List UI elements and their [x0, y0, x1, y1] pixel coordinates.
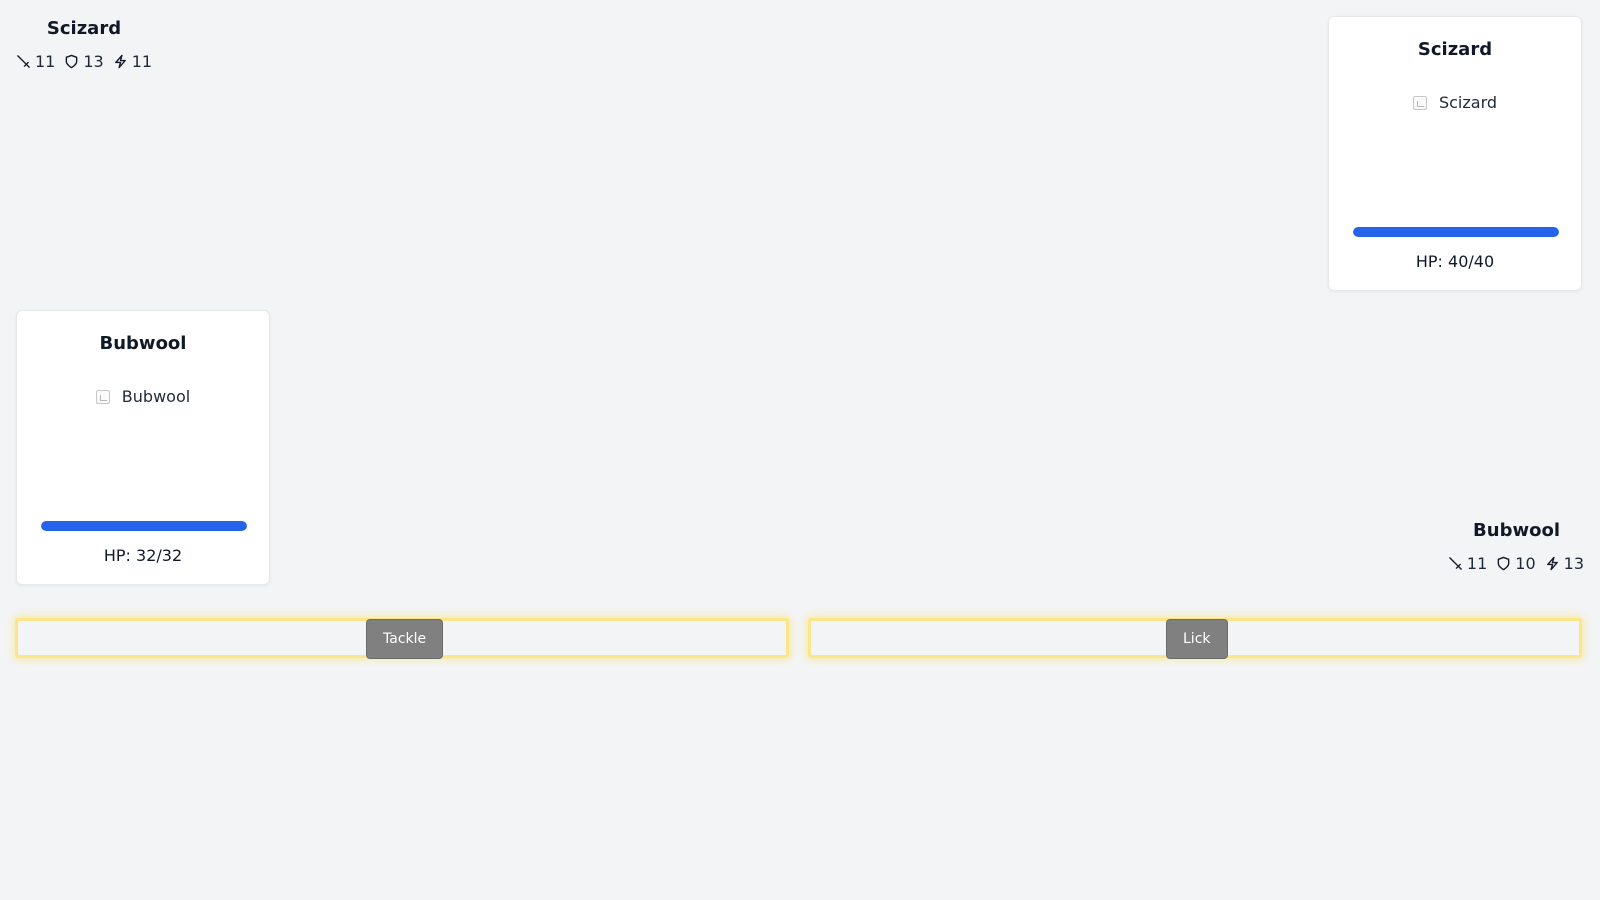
- enemy-attack-stat: 11: [16, 52, 55, 71]
- player-defense-value: 10: [1515, 554, 1536, 573]
- move-button-tackle[interactable]: Tackle: [366, 619, 444, 659]
- enemy-name: Scizard: [46, 18, 122, 39]
- sword-icon: [1449, 557, 1462, 570]
- enemy-sprite-alt: Scizard: [1438, 93, 1498, 112]
- player-stat-block: Bubwool 11 10 13: [1448, 520, 1584, 573]
- enemy-stat-row: 11 13 11: [16, 52, 156, 71]
- player-card-name: Bubwool: [99, 333, 187, 354]
- player-defense-stat: 10: [1496, 554, 1536, 573]
- lightning-icon: [114, 54, 126, 69]
- enemy-card: Scizard Scizard HP: 40/40: [1328, 16, 1582, 291]
- player-name: Bubwool: [1473, 520, 1560, 541]
- player-hp-bar: [41, 521, 247, 531]
- enemy-defense-stat: 13: [64, 52, 104, 71]
- player-sprite: Bubwool: [17, 387, 269, 406]
- player-attack-value: 11: [1466, 554, 1488, 573]
- player-card: Bubwool Bubwool HP: 32/32: [16, 310, 270, 585]
- player-hp-fill: [41, 521, 247, 531]
- move-slot-1: Tackle: [15, 618, 789, 659]
- enemy-stat-block: Scizard 11 13 11: [16, 18, 156, 71]
- player-speed-value: 13: [1563, 554, 1584, 573]
- enemy-speed-stat: 11: [113, 52, 152, 71]
- player-attack-stat: 11: [1448, 554, 1487, 573]
- enemy-attack-value: 11: [35, 52, 56, 71]
- player-hp-text: HP: 32/32: [103, 546, 183, 565]
- enemy-card-name: Scizard: [1417, 39, 1493, 60]
- shield-icon: [66, 54, 78, 69]
- enemy-speed-value: 11: [131, 52, 153, 71]
- sword-icon: [17, 55, 30, 68]
- battle-screen: Scizard 11 13 11 Scizard Scizard HP: 40/…: [0, 0, 1600, 900]
- shield-icon: [1497, 556, 1510, 571]
- enemy-sprite: Scizard: [1329, 93, 1581, 112]
- enemy-defense-value: 13: [83, 52, 104, 71]
- enemy-hp-bar: [1353, 227, 1559, 237]
- lightning-icon: [1546, 556, 1558, 571]
- move-button-lick[interactable]: Lick: [1166, 619, 1228, 659]
- broken-image-icon: [1412, 95, 1427, 110]
- player-sprite-alt: Bubwool: [121, 387, 191, 406]
- enemy-hp-text: HP: 40/40: [1415, 252, 1495, 271]
- player-speed-stat: 13: [1545, 554, 1584, 573]
- player-stat-row: 11 10 13: [1448, 554, 1584, 573]
- move-slot-2: Lick: [808, 618, 1582, 659]
- enemy-hp-fill: [1353, 227, 1559, 237]
- broken-image-icon: [95, 389, 110, 404]
